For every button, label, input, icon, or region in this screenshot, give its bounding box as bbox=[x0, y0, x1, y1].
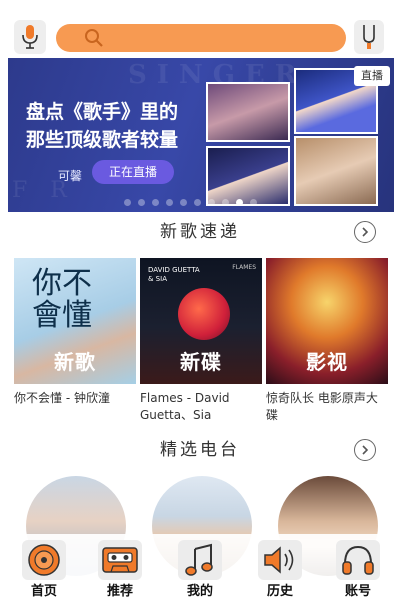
search-icon bbox=[85, 29, 103, 47]
album-tag: 影视 bbox=[306, 350, 348, 374]
carousel-dot[interactable] bbox=[152, 199, 159, 206]
cassette-icon bbox=[102, 547, 138, 573]
singer-photo bbox=[294, 136, 378, 206]
live-badge: 直播 bbox=[354, 66, 390, 86]
nav-icon-box bbox=[22, 540, 66, 580]
album-caption: Flames - David Guetta、Sia bbox=[140, 391, 230, 422]
album-cover-brand-2: FLAMES bbox=[232, 264, 256, 271]
album-list: 你不 會懂 新歌 你不会懂 - 钟欣潼 DAVID GUETTA & SIA F… bbox=[14, 258, 388, 424]
nav-item-history[interactable]: 历史 bbox=[250, 534, 310, 600]
top-bar bbox=[0, 0, 400, 58]
live-now-button[interactable]: 正在直播 bbox=[92, 160, 174, 184]
bottom-nav: 首页 推荐 我的 历史 账号 bbox=[0, 534, 400, 600]
nav-icon-box bbox=[258, 540, 302, 580]
section-title: 新歌速递 bbox=[160, 222, 240, 242]
search-input[interactable] bbox=[56, 24, 346, 52]
music-note-icon bbox=[185, 543, 213, 576]
microphone-icon bbox=[22, 25, 38, 49]
section-header-new-songs: 新歌速递 bbox=[0, 218, 400, 246]
album-cover-art bbox=[178, 288, 230, 340]
album-card[interactable]: 你不 會懂 新歌 你不会懂 - 钟欣潼 bbox=[14, 258, 136, 424]
carousel-dot[interactable] bbox=[236, 199, 243, 206]
album-cover: DAVID GUETTA & SIA FLAMES 新碟 bbox=[140, 258, 262, 384]
tuning-fork-icon bbox=[363, 25, 375, 49]
chevron-right-icon bbox=[362, 445, 369, 455]
album-cover-text: 你不 會懂 bbox=[32, 266, 92, 333]
album-tag: 新歌 bbox=[54, 350, 96, 374]
nav-item-recommend[interactable]: 推荐 bbox=[90, 534, 150, 600]
carousel-dot[interactable] bbox=[138, 199, 145, 206]
nav-label: 历史 bbox=[266, 584, 293, 599]
speaker-icon bbox=[264, 546, 294, 574]
album-cover-brand: DAVID GUETTA & SIA bbox=[148, 266, 200, 283]
album-card[interactable]: DAVID GUETTA & SIA FLAMES 新碟 Flames - Da… bbox=[140, 258, 262, 424]
nav-icon-box bbox=[178, 540, 222, 580]
chevron-right-icon bbox=[362, 227, 369, 237]
headphones-icon bbox=[342, 545, 374, 575]
nav-item-account[interactable]: 账号 bbox=[328, 534, 388, 600]
nav-label: 推荐 bbox=[106, 584, 133, 599]
album-cover: 影视 bbox=[266, 258, 388, 384]
album-cover: 你不 會懂 新歌 bbox=[14, 258, 136, 384]
nav-label: 账号 bbox=[344, 584, 371, 599]
banner-host-name: 可馨 bbox=[58, 169, 83, 183]
nav-label: 我的 bbox=[186, 584, 213, 599]
banner-headline-line2: 那些顶级歌者较量 bbox=[26, 129, 179, 151]
nav-item-home[interactable]: 首页 bbox=[14, 534, 74, 600]
carousel-dot[interactable] bbox=[124, 199, 131, 206]
nav-icon-box bbox=[336, 540, 380, 580]
tuner-button[interactable] bbox=[354, 20, 384, 54]
banner-headline-line1: 盘点《歌手》里的 bbox=[26, 101, 179, 123]
section-header-radio: 精选电台 bbox=[0, 436, 400, 464]
promo-banner[interactable]: SINGER F R 盘点《歌手》里的 那些顶级歌者较量 可馨 正在直播 直播 bbox=[8, 58, 394, 212]
nav-item-mine[interactable]: 我的 bbox=[170, 534, 230, 600]
singer-photo bbox=[206, 82, 290, 142]
carousel-dot[interactable] bbox=[222, 199, 229, 206]
album-tag: 新碟 bbox=[180, 350, 222, 374]
carousel-dot[interactable] bbox=[208, 199, 215, 206]
album-card[interactable]: 影视 惊奇队长 电影原声大碟 bbox=[266, 258, 388, 424]
record-icon bbox=[28, 544, 60, 576]
more-button[interactable] bbox=[354, 221, 376, 243]
carousel-dot[interactable] bbox=[166, 199, 173, 206]
microphone-button[interactable] bbox=[14, 20, 46, 54]
banner-headline: 盘点《歌手》里的 那些顶级歌者较量 bbox=[26, 98, 216, 154]
section-title: 精选电台 bbox=[160, 440, 240, 460]
album-caption: 惊奇队长 电影原声大碟 bbox=[266, 391, 378, 422]
carousel-dot[interactable] bbox=[194, 199, 201, 206]
more-button[interactable] bbox=[354, 439, 376, 461]
album-caption: 你不会懂 - 钟欣潼 bbox=[14, 391, 110, 405]
nav-icon-box bbox=[98, 540, 142, 580]
nav-label: 首页 bbox=[30, 584, 57, 599]
carousel-dot[interactable] bbox=[180, 199, 187, 206]
singer-photo bbox=[206, 146, 290, 206]
carousel-indicator[interactable] bbox=[124, 199, 257, 206]
carousel-dot[interactable] bbox=[250, 199, 257, 206]
